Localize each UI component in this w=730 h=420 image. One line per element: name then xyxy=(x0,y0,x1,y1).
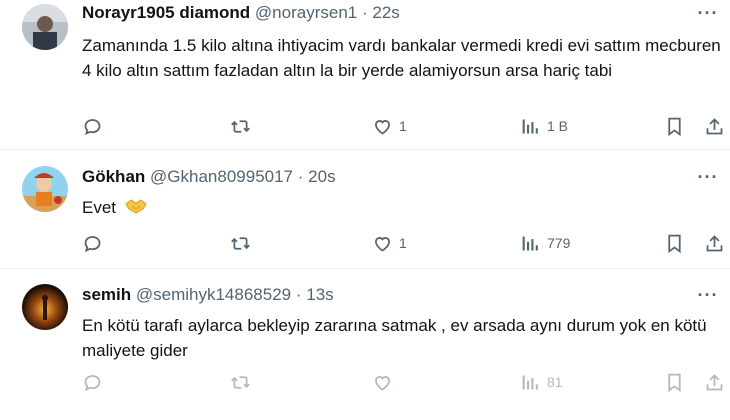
bookmark-icon xyxy=(668,234,681,253)
views-icon xyxy=(522,119,538,133)
retweet-button[interactable] xyxy=(230,370,251,394)
bookmark-button[interactable] xyxy=(664,370,685,394)
more-options-button[interactable]: ··· xyxy=(696,167,720,187)
avatar[interactable] xyxy=(22,284,68,330)
like-button[interactable] xyxy=(372,370,399,394)
display-name[interactable]: Norayr1905 diamond xyxy=(82,3,250,22)
views-icon xyxy=(522,236,538,250)
like-button[interactable]: 1 xyxy=(372,231,407,255)
views-button[interactable]: 779 xyxy=(520,231,570,255)
retweet-icon xyxy=(231,375,250,389)
user-handle[interactable]: @norayrsen1 xyxy=(255,3,357,22)
like-button[interactable]: 1 xyxy=(372,114,407,138)
tweet-header: Norayr1905 diamond @norayrsen1 · 22s xyxy=(82,3,680,27)
timestamp[interactable]: 20s xyxy=(308,167,335,186)
reply-icon xyxy=(84,235,101,252)
action-bar: 81 xyxy=(0,370,730,394)
user-handle[interactable]: @Gkhan80995017 xyxy=(150,167,293,186)
user-handle[interactable]: @semihyk14868529 xyxy=(136,285,291,304)
bookmark-button[interactable] xyxy=(664,114,685,138)
tweet-header: semih @semihyk14868529 · 13s xyxy=(82,285,680,309)
separator-dot: · xyxy=(297,167,304,186)
reply-button[interactable] xyxy=(82,114,103,138)
reply-button[interactable] xyxy=(82,231,103,255)
more-options-button[interactable]: ··· xyxy=(696,3,720,23)
more-options-button[interactable]: ··· xyxy=(696,285,720,305)
share-icon xyxy=(706,117,723,134)
reply-icon xyxy=(84,118,101,135)
share-button[interactable] xyxy=(704,370,725,394)
bookmark-icon xyxy=(668,117,681,136)
share-icon xyxy=(706,234,723,251)
view-count: 779 xyxy=(547,235,571,251)
bookmark-button[interactable] xyxy=(664,231,685,255)
views-button[interactable]: 81 xyxy=(520,370,563,394)
like-count: 1 xyxy=(399,235,407,251)
views-icon xyxy=(522,375,538,389)
reply-button[interactable] xyxy=(82,370,103,394)
avatar[interactable] xyxy=(22,4,68,50)
heart-icon xyxy=(375,119,390,135)
share-icon xyxy=(706,373,723,390)
share-button[interactable] xyxy=(704,114,725,138)
action-bar: 1 1 B xyxy=(0,114,730,138)
heart-icon xyxy=(375,375,390,391)
handshake-emoji-icon xyxy=(125,196,147,221)
display-name[interactable]: Gökhan xyxy=(82,167,145,186)
tweet-text: En kötü tarafı aylarca bekleyip zararına… xyxy=(82,316,707,360)
separator-dot: · xyxy=(295,285,302,304)
avatar[interactable] xyxy=(22,166,68,212)
separator-dot: · xyxy=(361,3,368,22)
bookmark-icon xyxy=(668,373,681,392)
like-count: 1 xyxy=(399,118,407,134)
tweet-header: Gökhan @Gkhan80995017 · 20s xyxy=(82,167,680,191)
tweet-text-content: Evet xyxy=(82,198,117,217)
view-count: 81 xyxy=(547,374,563,390)
share-button[interactable] xyxy=(704,231,725,255)
timestamp[interactable]: 22s xyxy=(372,3,399,22)
retweet-button[interactable] xyxy=(230,114,251,138)
display-name[interactable]: semih xyxy=(82,285,131,304)
retweet-button[interactable] xyxy=(230,231,251,255)
retweet-icon xyxy=(231,119,250,133)
retweet-icon xyxy=(231,236,250,250)
action-bar: 1 779 xyxy=(0,231,730,255)
reply-icon xyxy=(84,374,101,391)
heart-icon xyxy=(375,236,390,252)
timestamp[interactable]: 13s xyxy=(306,285,333,304)
view-count: 1 B xyxy=(547,118,569,134)
views-button[interactable]: 1 B xyxy=(520,114,568,138)
tweet-text: Evet xyxy=(82,195,722,221)
tweet-text: Zamanında 1.5 kilo altına ihtiyacim vard… xyxy=(82,36,721,80)
